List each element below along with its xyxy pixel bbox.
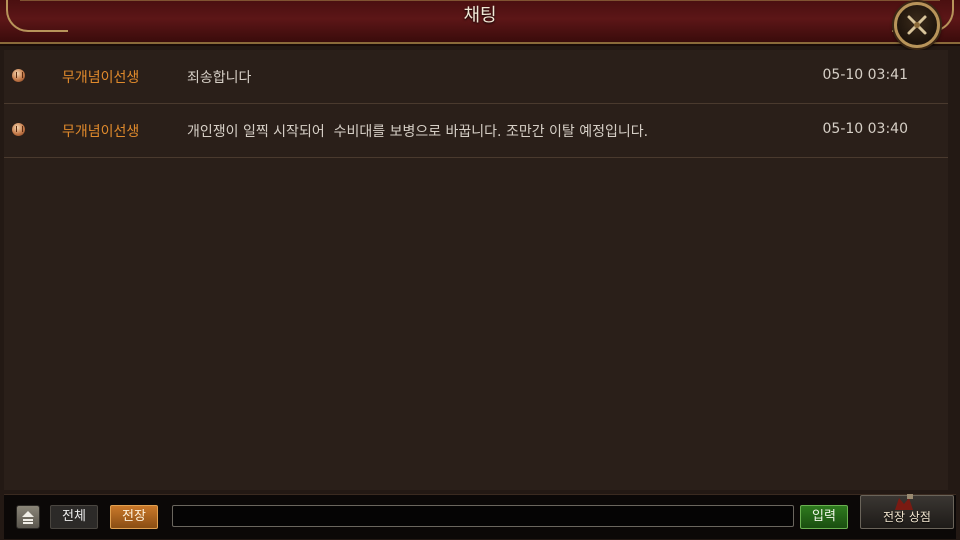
scroll-top-button[interactable] bbox=[16, 505, 40, 529]
battlefield-shop-button[interactable]: 전장 상점 bbox=[860, 494, 954, 529]
shop-button-label: 전장 상점 bbox=[883, 510, 931, 524]
message-text: 개인쟁이 일찍 시작되어 수비대를 보병으로 바꿉니다. 조만간 이탈 예정입니… bbox=[187, 124, 649, 140]
close-button[interactable] bbox=[894, 2, 940, 48]
window-title: 채팅 bbox=[463, 5, 497, 26]
message-timestamp: 05-10 03:40 bbox=[822, 121, 908, 137]
chevron-up-icon bbox=[22, 511, 34, 524]
message-text: 죄송합니다 bbox=[187, 70, 252, 86]
send-button[interactable]: 입력 bbox=[800, 505, 848, 529]
message-username[interactable]: 무개념이선생 bbox=[62, 67, 139, 87]
chat-message-row: 무개념이선생 개인쟁이 일찍 시작되어 수비대를 보병으로 바꿉니다. 조만간 … bbox=[4, 104, 948, 158]
chat-message-list[interactable]: 무개념이선생 죄송합니다 05-10 03:41 무개념이선생 개인쟁이 일찍 … bbox=[4, 50, 948, 490]
rank-badge-icon bbox=[12, 69, 25, 82]
tab-all[interactable]: 전체 bbox=[50, 505, 98, 529]
chat-input-bar: 전체 전장 입력 전장 상점 bbox=[4, 494, 956, 539]
close-icon bbox=[907, 15, 927, 35]
tab-battlefield[interactable]: 전장 bbox=[110, 505, 158, 529]
chat-message-row: 무개념이선생 죄송합니다 05-10 03:41 bbox=[4, 50, 948, 104]
chat-message-input[interactable] bbox=[172, 505, 794, 527]
message-username[interactable]: 무개념이선생 bbox=[62, 121, 139, 141]
message-timestamp: 05-10 03:41 bbox=[822, 67, 908, 83]
rank-badge-icon bbox=[12, 123, 25, 136]
